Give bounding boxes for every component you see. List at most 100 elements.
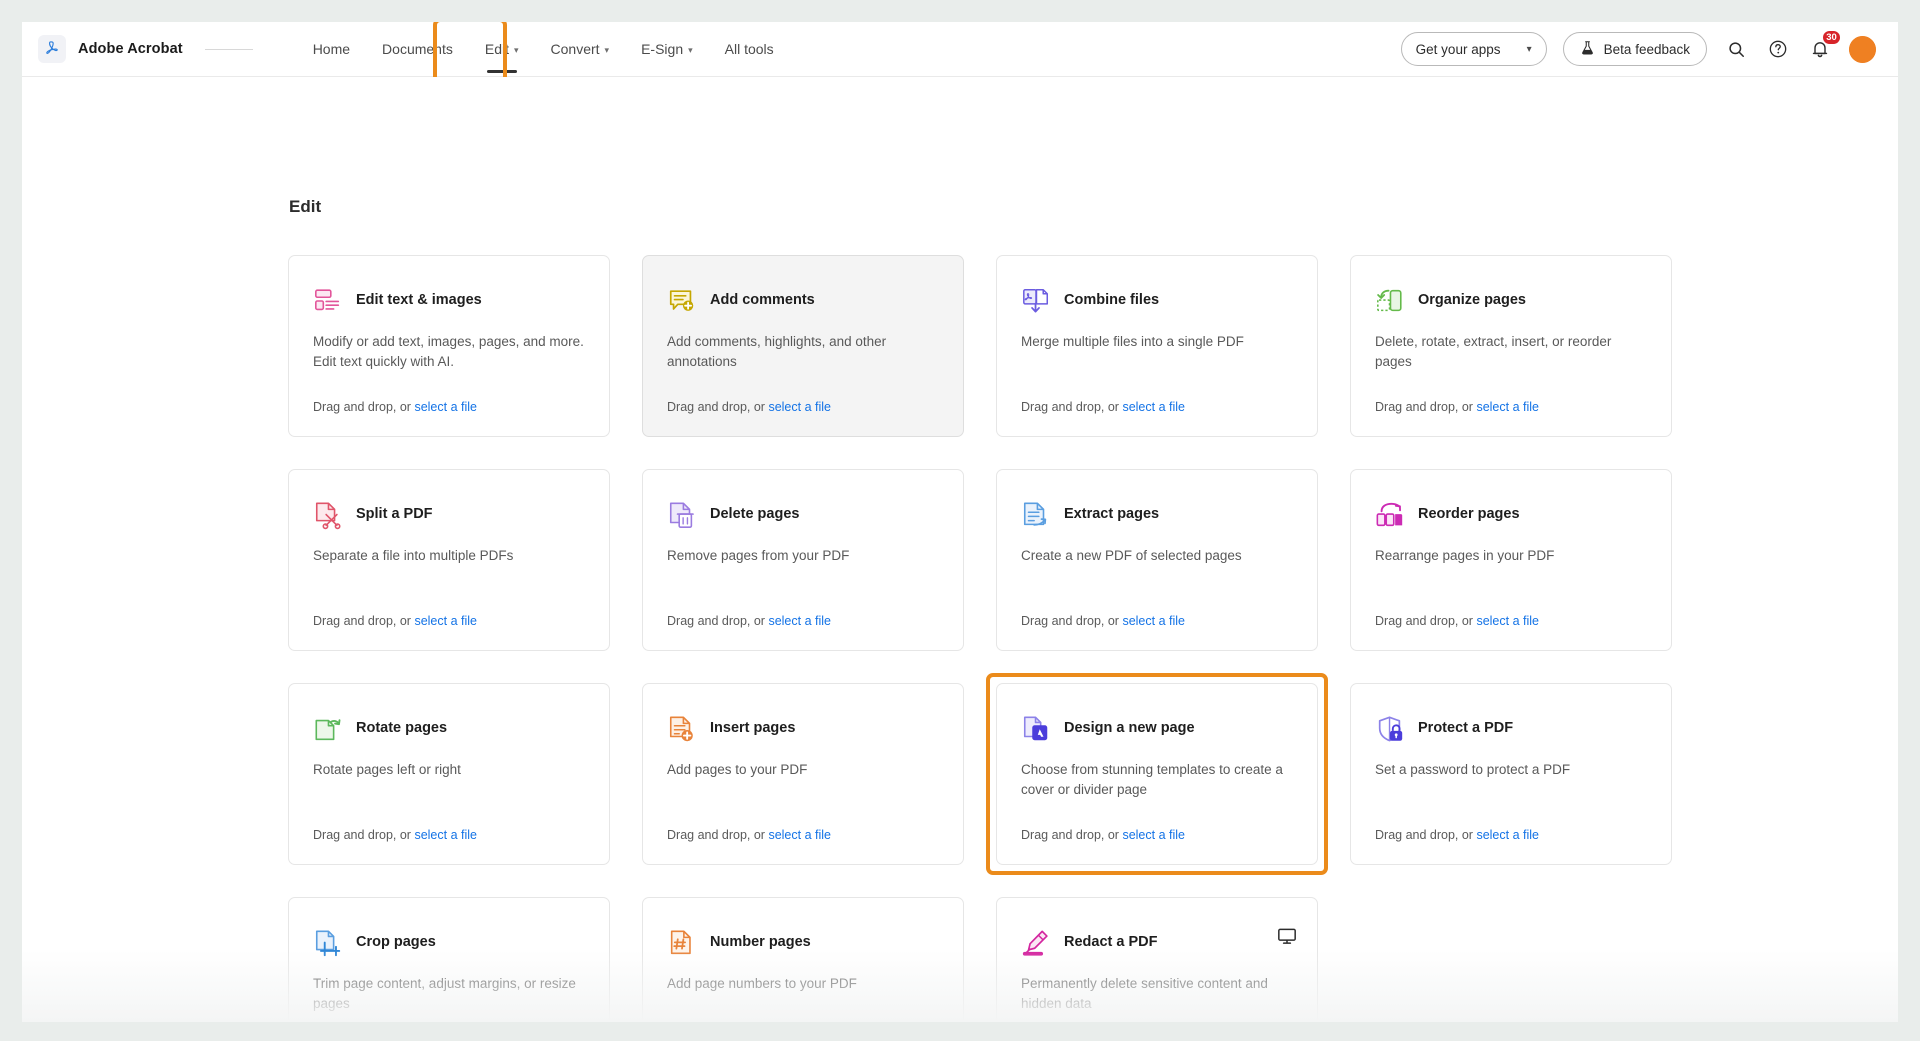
tool-card-title: Split a PDF	[356, 506, 433, 523]
tool-card[interactable]: Combine files Merge multiple files into a…	[996, 255, 1318, 437]
monitor-icon[interactable]	[1277, 926, 1297, 946]
select-a-file-link[interactable]: select a file	[1122, 828, 1185, 842]
tool-card-title: Extract pages	[1064, 506, 1160, 523]
help-circle-icon[interactable]	[1765, 36, 1791, 62]
tool-card-footer: Drag and drop, or select a file	[1375, 382, 1647, 414]
nav-label: E-Sign	[641, 41, 684, 57]
nav-item-home[interactable]: Home	[297, 22, 366, 76]
select-a-file-link[interactable]: select a file	[1476, 400, 1539, 414]
nav-item-all-tools[interactable]: All tools	[709, 22, 790, 76]
organize-pages-icon	[1375, 286, 1405, 316]
tool-card-description: Merge multiple files into a single PDF	[1021, 334, 1244, 349]
chevron-down-icon: ▾	[688, 44, 693, 55]
app-header: Adobe Acrobat Home Documents Edit ▾ Conv…	[22, 22, 1898, 88]
tool-card-title: Insert pages	[710, 720, 796, 737]
tool-card[interactable]: Reorder pages Rearrange pages in your PDF…	[1350, 469, 1672, 651]
drag-and-drop-label: Drag and drop, or	[313, 400, 415, 414]
tool-card-header: Reorder pages	[1375, 500, 1647, 530]
select-a-file-link[interactable]: select a file	[414, 614, 477, 628]
redact-pdf-icon	[1021, 928, 1051, 958]
tool-card-footer: Drag and drop, or select a file	[1021, 810, 1293, 842]
drag-and-drop-label: Drag and drop, or	[1375, 614, 1477, 628]
tool-card-title: Redact a PDF	[1064, 934, 1158, 951]
tool-card-title: Rotate pages	[356, 720, 448, 737]
drag-and-drop-label: Drag and drop, or	[1375, 400, 1477, 414]
select-a-file-link[interactable]: select a file	[414, 400, 477, 414]
select-a-file-link[interactable]: select a file	[1476, 828, 1539, 842]
main-navigation: Home Documents Edit ▾ Convert ▾ E-Sign ▾…	[297, 22, 790, 88]
drag-and-drop-label: Drag and drop, or	[667, 828, 769, 842]
tools-grid: Edit text & images Modify or add text, im…	[288, 255, 1680, 1022]
tool-card-title: Number pages	[710, 934, 811, 951]
tool-card[interactable]: Split a PDF Separate a file into multiple…	[288, 469, 610, 651]
tool-card-header: Organize pages	[1375, 286, 1647, 316]
tool-card[interactable]: Crop pages Trim page content, adjust marg…	[288, 897, 610, 1022]
select-a-file-link[interactable]: select a file	[1122, 400, 1185, 414]
nav-label: Edit	[484, 41, 509, 57]
get-your-apps-button[interactable]: Get your apps ▾	[1400, 32, 1547, 66]
edit-text-images-icon	[313, 286, 343, 316]
add-comments-icon	[667, 286, 697, 316]
select-a-file-link[interactable]: select a file	[768, 828, 831, 842]
tool-card-description: Remove pages from your PDF	[667, 548, 850, 563]
tool-card-header: Redact a PDF	[1021, 928, 1293, 958]
page-title: Edit	[289, 197, 322, 216]
chevron-down-icon: ▾	[604, 44, 610, 55]
search-icon[interactable]	[1723, 36, 1749, 62]
beta-feedback-button[interactable]: Beta feedback	[1562, 32, 1707, 66]
drag-and-drop-label: Drag and drop, or	[313, 614, 415, 628]
tool-card[interactable]: Add comments Add comments, highlights, an…	[642, 255, 964, 437]
select-a-file-link[interactable]: select a file	[768, 400, 831, 414]
tool-card[interactable]: Design a new page Choose from stunning te…	[996, 683, 1318, 865]
tool-card[interactable]: Insert pages Add pages to your PDF Drag an…	[642, 683, 964, 865]
select-a-file-link[interactable]: select a file	[1122, 614, 1185, 628]
number-pages-icon	[667, 928, 697, 958]
tool-card-description: Create a new PDF of selected pages	[1021, 548, 1242, 563]
select-a-file-link[interactable]: select a file	[768, 614, 831, 628]
nav-item-documents[interactable]: Documents	[366, 22, 469, 76]
tool-card-header: Insert pages	[667, 714, 939, 744]
tool-card[interactable]: Delete pages Remove pages from your PDF Dr…	[642, 469, 964, 651]
tool-card-footer: Drag and drop, or select a file	[1021, 596, 1293, 628]
tool-card[interactable]: Edit text & images Modify or add text, im…	[288, 255, 610, 437]
tool-card[interactable]: Extract pages Create a new PDF of selecte…	[996, 469, 1318, 651]
acrobat-logo-icon	[38, 35, 66, 63]
select-a-file-link[interactable]: select a file	[1476, 614, 1539, 628]
tool-card-description: Rotate pages left or right	[313, 762, 461, 777]
tool-card-description: Choose from stunning templates to create…	[1021, 762, 1283, 797]
tool-card-header: Rotate pages	[313, 714, 585, 744]
tool-card-description: Add comments, highlights, and other anno…	[667, 334, 887, 369]
brand-divider	[204, 48, 253, 50]
drag-and-drop-label: Drag and drop, or	[1021, 614, 1123, 628]
tool-card-header: Edit text & images	[313, 286, 585, 316]
nav-label: All tools	[724, 41, 774, 57]
tool-card-title: Add comments	[710, 292, 815, 309]
chevron-down-icon: ▾	[513, 44, 519, 55]
reorder-pages-icon	[1375, 500, 1405, 530]
tool-card-header: Number pages	[667, 928, 939, 958]
user-avatar-icon[interactable]	[1849, 35, 1876, 63]
tool-card[interactable]: Redact a PDF Permanently delete sensitive…	[996, 897, 1318, 1022]
tool-card-description: Delete, rotate, extract, insert, or reor…	[1375, 334, 1612, 369]
tool-card-title: Reorder pages	[1418, 506, 1520, 523]
app-viewport: Adobe Acrobat Home Documents Edit ▾ Conv…	[22, 22, 1898, 1022]
main-content: Edit Edit text & images Modify or add tex…	[22, 77, 1898, 1022]
tool-card-footer: Drag and drop, or select a file	[667, 596, 939, 628]
tool-card[interactable]: Rotate pages Rotate pages left or right Dr…	[288, 683, 610, 865]
tool-card[interactable]: Organize pages Delete, rotate, extract, i…	[1350, 255, 1672, 437]
nav-label: Documents	[382, 41, 453, 57]
select-a-file-link[interactable]: select a file	[414, 828, 477, 842]
brand-name: Adobe Acrobat	[78, 41, 183, 57]
tool-card-footer: Drag and drop, or select a file	[1375, 596, 1647, 628]
nav-item-convert[interactable]: Convert ▾	[535, 22, 626, 76]
tool-card[interactable]: Protect a PDF Set a password to protect a…	[1350, 683, 1672, 865]
drag-and-drop-label: Drag and drop, or	[1021, 828, 1123, 842]
nav-item-edit[interactable]: Edit ▾	[469, 22, 535, 76]
nav-label: Home	[312, 41, 351, 57]
tool-card-title: Protect a PDF	[1418, 720, 1514, 737]
tool-card-footer: Drag and drop, or select a file	[313, 810, 585, 842]
flask-icon	[1580, 40, 1595, 59]
bell-icon[interactable]: 30	[1807, 30, 1841, 62]
tool-card[interactable]: Number pages Add page numbers to your PDF…	[642, 897, 964, 1022]
nav-item-esign[interactable]: E-Sign ▾	[625, 22, 709, 76]
